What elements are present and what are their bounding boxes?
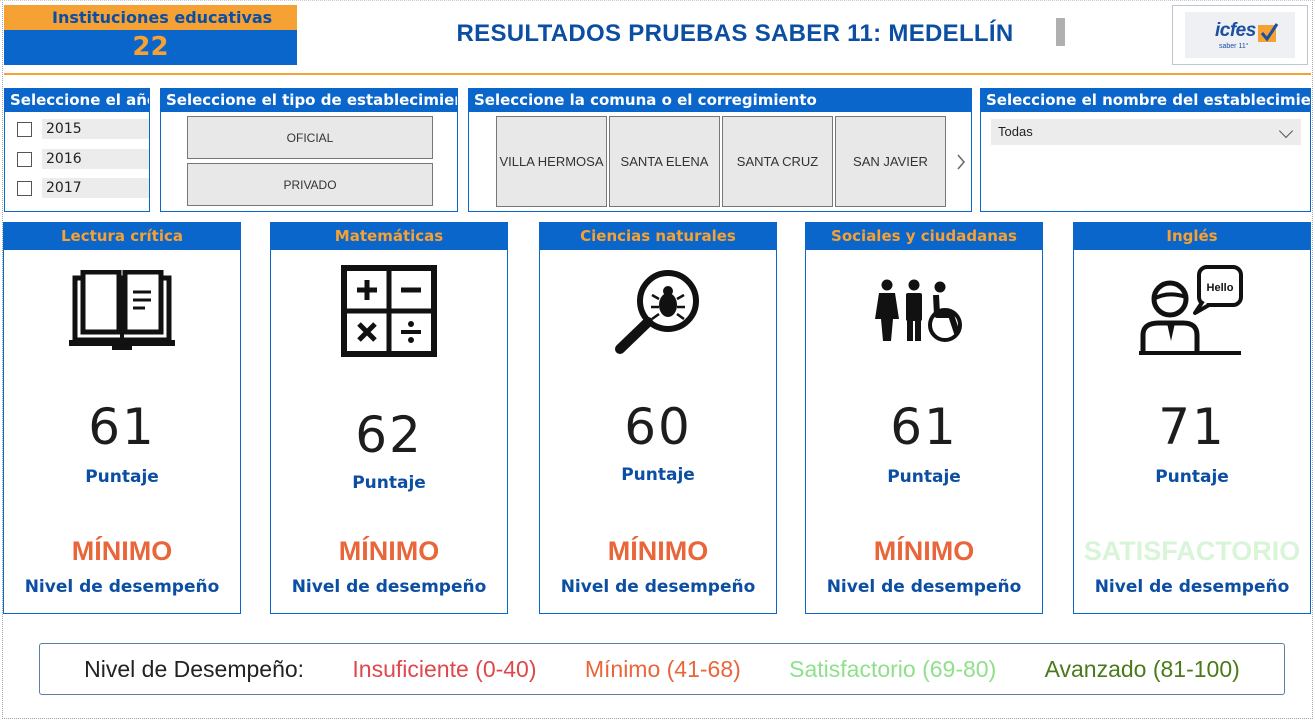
speaker-hello-icon: Hello — [1074, 261, 1310, 361]
level-label: Nivel de desempeño — [291, 577, 487, 597]
magnifier-bug-icon — [540, 261, 776, 361]
subject-title: Sociales y ciudadanas — [806, 223, 1042, 250]
establishment-dropdown[interactable]: Todas — [991, 119, 1301, 145]
level-value: MÍNIMO — [71, 536, 173, 566]
subject-card-lectura: Lectura crítica 61 Puntaje MÍNIMO Nivel … — [3, 222, 241, 614]
icfes-logo: icfes saber 11° — [1172, 5, 1308, 65]
performance-legend: Nivel de Desempeño: Insuficiente (0-40) … — [39, 643, 1285, 695]
legend-satisfactorio: Satisfactorio (69-80) — [789, 655, 997, 682]
score-value: 61 — [88, 398, 156, 456]
comuna-slicer-title: Seleccione la comuna o el corregimiento — [469, 89, 971, 112]
people-icon — [806, 261, 1042, 361]
institutions-label: Instituciones educativas — [4, 5, 297, 30]
subject-title: Lectura crítica — [4, 223, 240, 250]
level-label: Nivel de desempeño — [560, 577, 756, 597]
score-value: 71 — [1158, 398, 1226, 456]
check-icon — [1258, 23, 1279, 42]
level-label: Nivel de desempeño — [24, 577, 220, 597]
year-option-2016[interactable]: 2016 — [17, 149, 149, 169]
chevron-down-icon — [1278, 123, 1294, 139]
type-option-privado[interactable]: PRIVADO — [187, 163, 433, 206]
year-option-label: 2015 — [42, 119, 149, 139]
year-slicer-title: Seleccione el año — [5, 89, 149, 112]
level-value: MÍNIMO — [607, 536, 709, 566]
establishment-type-slicer: Seleccione el tipo de establecimiento OF… — [160, 88, 458, 212]
checkbox[interactable] — [17, 152, 32, 167]
subject-card-ingles: Inglés Hello 71 Puntaje SATISFACTORIO Ni… — [1073, 222, 1311, 614]
subject-card-sociales: Sociales y ciudadanas 61 Puntaje MÍNIMO … — [805, 222, 1043, 614]
type-option-oficial[interactable]: OFICIAL — [187, 116, 433, 159]
level-value: MÍNIMO — [338, 536, 440, 566]
score-label: Puntaje — [887, 467, 961, 487]
level-label: Nivel de desempeño — [826, 577, 1022, 597]
establishment-name-title: Seleccione el nombre del establecimiento — [981, 89, 1310, 112]
logo-text: icfes — [1215, 20, 1256, 41]
institutions-count: 22 — [4, 30, 297, 65]
page-title: RESULTADOS PRUEBAS SABER 11: MEDELLÍN — [456, 20, 1014, 47]
score-label: Puntaje — [352, 473, 426, 493]
subject-card-ciencias: Ciencias naturales 60 Puntaje MÍNIMO Niv… — [539, 222, 777, 614]
checkbox[interactable] — [17, 181, 32, 196]
year-option-2017[interactable]: 2017 — [17, 178, 149, 198]
calculator-icon — [271, 261, 507, 361]
comuna-slicer: Seleccione la comuna o el corregimiento … — [468, 88, 972, 212]
year-option-2015[interactable]: 2015 — [17, 119, 149, 139]
legend-insuficiente: Insuficiente (0-40) — [352, 655, 537, 682]
year-option-label: 2016 — [42, 149, 149, 169]
scroll-handle[interactable] — [1056, 18, 1065, 46]
score-value: 62 — [355, 406, 423, 464]
year-option-label: 2017 — [42, 178, 149, 198]
header-divider — [4, 73, 1311, 75]
comuna-option-san-javier[interactable]: SAN JAVIER — [835, 116, 946, 207]
level-value: MÍNIMO — [873, 536, 975, 566]
level-label: Nivel de desempeño — [1094, 577, 1290, 597]
score-label: Puntaje — [85, 467, 159, 487]
logo-subtext: saber 11° — [1219, 43, 1249, 50]
score-label: Puntaje — [621, 465, 695, 485]
establishment-type-title: Seleccione el tipo de establecimiento — [161, 89, 457, 112]
legend-minimo: Mínimo (41-68) — [584, 655, 741, 682]
comuna-option-santa-elena[interactable]: SANTA ELENA — [609, 116, 720, 207]
book-icon — [4, 261, 240, 361]
institutions-card: Instituciones educativas 22 — [4, 5, 297, 65]
legend-avanzado: Avanzado (81-100) — [1044, 655, 1240, 682]
score-label: Puntaje — [1155, 467, 1229, 487]
comuna-option-villa-hermosa[interactable]: VILLA HERMOSA — [496, 116, 607, 207]
score-value: 60 — [624, 398, 692, 456]
subject-title: Matemáticas — [271, 223, 507, 250]
hello-text: Hello — [1207, 282, 1234, 294]
year-slicer: Seleccione el año 2015 2016 2017 — [4, 88, 150, 212]
chevron-right-icon[interactable] — [956, 153, 966, 171]
logo-background: icfes saber 11° — [1185, 12, 1295, 58]
comuna-option-santa-cruz[interactable]: SANTA CRUZ — [722, 116, 833, 207]
level-value: SATISFACTORIO — [1083, 536, 1301, 566]
establishment-name-slicer: Seleccione el nombre del establecimiento… — [980, 88, 1311, 212]
subject-title: Inglés — [1074, 223, 1310, 250]
subject-card-matematicas: Matemáticas 62 Puntaje MÍNIMO Nivel de d… — [270, 222, 508, 614]
subject-title: Ciencias naturales — [540, 223, 776, 250]
dropdown-value: Todas — [998, 124, 1033, 139]
score-value: 61 — [890, 398, 958, 456]
checkbox[interactable] — [17, 122, 32, 137]
legend-title: Nivel de Desempeño: — [84, 655, 305, 682]
